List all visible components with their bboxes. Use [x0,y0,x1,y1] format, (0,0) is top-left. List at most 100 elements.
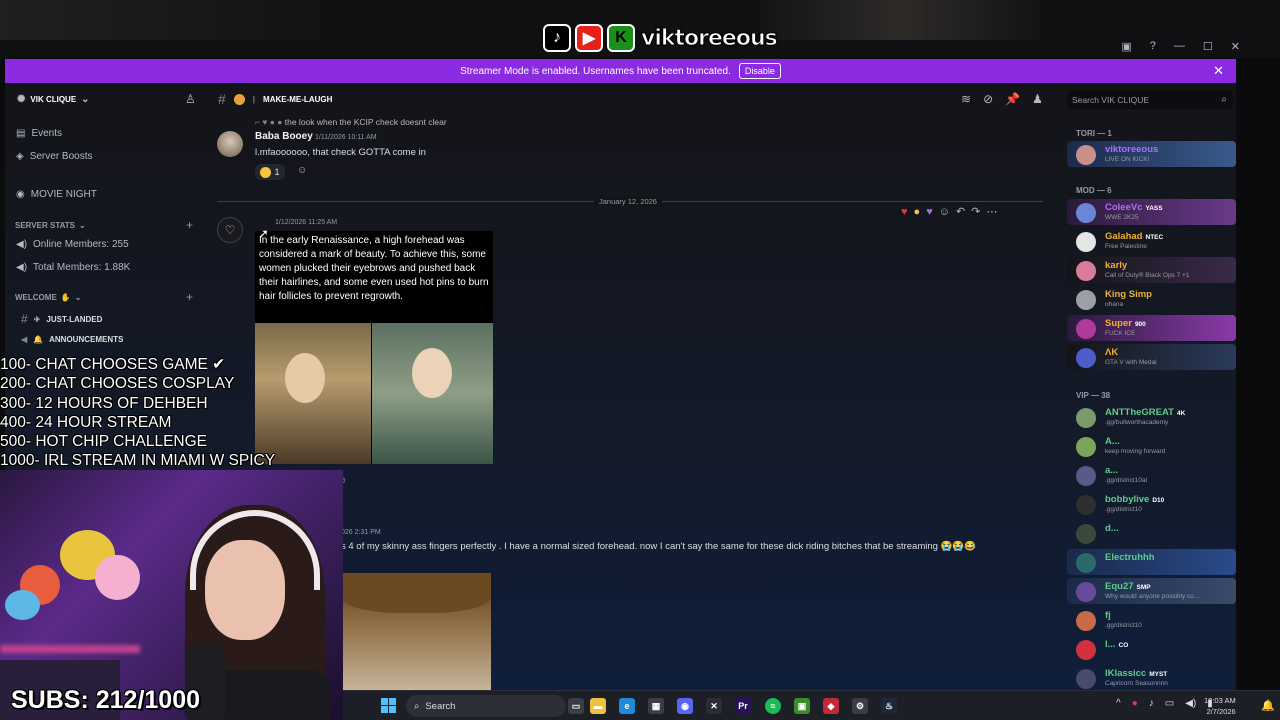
add-reaction-icon[interactable]: ☺ [939,206,950,218]
member-item[interactable]: Equ27 SMP Why would anyone possibly co... [1067,578,1236,604]
member-item[interactable]: Galahad NTEC Free Palestine [1067,228,1236,254]
app-icon[interactable]: ◆ [823,698,839,714]
add-channel-icon[interactable]: + [186,290,193,304]
member-item[interactable]: l... CO [1067,636,1236,662]
volume-icon[interactable]: ◀) [1185,698,1196,709]
member-item[interactable]: ΛK GTA V with Medal [1067,344,1236,370]
member-item[interactable]: karly Call of Duty® Black Ops 7 +1 [1067,257,1236,283]
capcut-icon[interactable]: ✕ [706,698,722,714]
threads-icon[interactable]: ≋ [961,92,971,106]
disable-streamer-mode-button[interactable]: Disable [738,63,781,79]
notifications-icon[interactable]: 🔔 [1261,699,1275,712]
channel-just-landed[interactable]: # ✈ JUST-LANDED [21,312,102,326]
member-item[interactable]: King Simp ohana [1067,286,1236,312]
more-options-icon[interactable]: ⋯ [986,205,997,218]
avatar [1076,495,1096,515]
channel-online-members[interactable]: ◀) Online Members: 255 [16,239,129,250]
minimize-button[interactable]: — [1174,40,1185,53]
message-author[interactable]: Baba Booey [255,131,313,142]
member-tag: 900 [1134,321,1146,328]
edge-icon[interactable]: e [619,698,635,714]
server-header[interactable]: ✺ VIK CLIQUE ⌄ [5,83,205,115]
network-icon[interactable]: ▭ [1165,698,1174,709]
close-banner-icon[interactable]: ✕ [1213,63,1224,79]
sidebar-item-events[interactable]: ▤ Events [16,128,62,139]
member-item[interactable]: Electruhhh [1067,549,1236,575]
purple-heart-reaction-icon[interactable]: ♥ [926,206,933,218]
member-list: TORI — 1 viktoreeous LIVE ON KICK! MOD — 6 C… [1067,123,1236,690]
member-item[interactable]: viktoreeous LIVE ON KICK! [1067,141,1236,167]
member-item[interactable]: ColeeVc YASS WWE 2K25 [1067,199,1236,225]
taskbar-search-label: Search [425,700,456,712]
help-icon[interactable]: ? [1150,40,1156,53]
member-list-icon[interactable]: ♟ [1032,92,1043,106]
category-server-stats[interactable]: SERVER STATS ⌄ [15,221,86,230]
member-item[interactable]: lKlassicc MYST Capricorn Seasonnnn [1067,665,1236,691]
search-input[interactable]: Search VIK CLIQUE ⌕ [1067,90,1233,109]
invite-people-icon[interactable]: ♙ [185,92,196,106]
channel-label: ANNOUNCEMENTS [49,335,124,344]
member-name: karly [1105,260,1127,271]
avatar [1076,553,1096,573]
add-reaction-icon[interactable]: ☺ [297,165,307,176]
reply-preview[interactable]: ⌐ ♥ ● ● the look when the KCIP check doe… [255,117,447,127]
member-status: Call of Duty® Black Ops 7 +1 [1105,272,1190,279]
member-item[interactable]: d... [1067,520,1236,546]
file-explorer-icon[interactable]: ▬ [590,698,606,714]
member-item[interactable]: Super 900 FUCK ICE [1067,315,1236,341]
server-name: VIK CLIQUE [30,94,77,104]
system-tray: ^ ● ♪ ▭ ◀) ▮ [1116,698,1213,709]
goal-item: 400- 24 HOUR STREAM [0,413,172,431]
taskbar-search[interactable]: ⌕ Search [406,695,566,717]
forward-icon[interactable]: ↷ [971,205,980,218]
member-item[interactable]: A... keep moving forward [1067,433,1236,459]
avatar[interactable] [217,131,243,157]
windows-start-icon[interactable] [381,698,396,713]
search-icon: ⌕ [414,700,420,712]
member-name: Electruhhh [1105,552,1155,563]
close-window-button[interactable]: ✕ [1231,40,1240,53]
heart-reaction-icon[interactable]: ♥ [901,206,908,218]
steam-icon[interactable]: ♨ [881,698,897,714]
obs-icon[interactable]: ● [1132,698,1138,709]
pin-icon[interactable]: 📌 [1005,92,1020,106]
premiere-icon[interactable]: Pr [735,698,751,714]
inbox-icon[interactable]: ▣ [1121,40,1131,53]
reply-icon[interactable]: ↶ [956,205,965,218]
member-item[interactable]: fj .gg/district10 [1067,607,1236,633]
store-icon[interactable]: ▦ [648,698,664,714]
avatar[interactable]: ♡ [217,217,243,243]
channel-total-members[interactable]: ◀) Total Members: 1.88K [16,262,130,273]
category-welcome[interactable]: WELCOME ✋ ⌄ [15,293,81,302]
minecraft-icon[interactable]: ▣ [794,698,810,714]
member-name: ΛK [1105,347,1118,358]
sidebar-item-server-boosts[interactable]: ◈ Server Boosts [16,151,93,162]
settings-icon[interactable]: ⚙ [852,698,868,714]
spotify-icon[interactable]: ≈ [765,698,781,714]
channel-announcements[interactable]: ◀ 🔔 ANNOUNCEMENTS [21,335,123,344]
sub-goals-list: 100- CHAT CHOOSES GAME ✔ 200- CHAT CHOOS… [0,355,275,471]
reaction-button[interactable]: 1 [255,164,285,180]
message-hover-toolbar: ♥ ● ♥ ☺ ↶ ↷ ⋯ [901,205,997,219]
megaphone-icon: ◀ [21,335,28,344]
woody-gif-image[interactable] [341,573,491,690]
member-item[interactable]: a... .gg/district10al [1067,462,1236,488]
maximize-button[interactable]: ☐ [1203,40,1213,53]
chevron-up-icon[interactable]: ^ [1116,698,1121,709]
member-item[interactable]: bobbylive D10 .gg/district10 [1067,491,1236,517]
laugh-reaction-icon[interactable]: ● [914,206,921,218]
mute-bell-icon[interactable]: ⊘ [983,92,993,106]
taskbar-clock[interactable]: 12:03 AM 2/7/2026 [1204,695,1236,717]
member-name-text: ΛK [1105,347,1119,358]
discord-icon[interactable]: ◉ [677,698,693,714]
task-view-icon[interactable]: ▭ [568,698,584,714]
sidebar-item-movie-night[interactable]: ◉ MOVIE NIGHT [16,189,97,200]
microphone-icon[interactable]: ♪ [1149,698,1154,709]
member-tag: CO [1118,642,1129,649]
bell-icon: 🔔 [33,335,44,344]
meme-image[interactable]: In the early Renaissance, a high forehea… [255,231,493,464]
message-body: l.mfaoooooo, that check GOTTA come in [255,147,426,158]
add-channel-icon[interactable]: + [186,218,193,232]
laugh-emoji-icon [233,93,245,105]
member-item[interactable]: ANTTheGREAT 4K .gg/bullworthacademy [1067,404,1236,430]
